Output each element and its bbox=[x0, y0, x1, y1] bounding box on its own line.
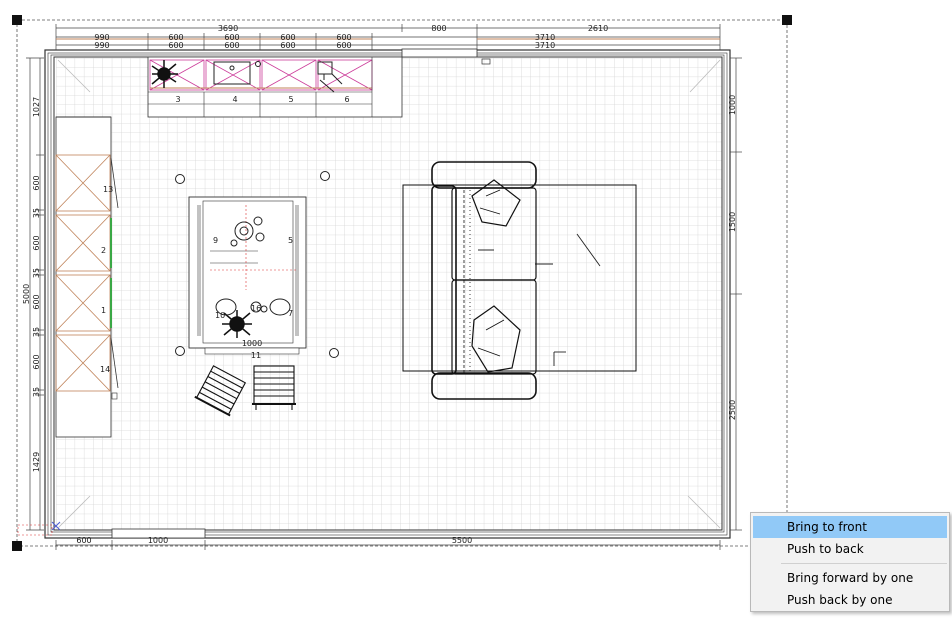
left-dim-1: 1027 bbox=[32, 97, 41, 117]
island-label-1000: 1000 bbox=[242, 339, 262, 348]
room-floor bbox=[56, 58, 722, 530]
resize-handle-top-left[interactable] bbox=[12, 15, 22, 25]
right-dimensions bbox=[730, 57, 742, 531]
counter-label-3: 3 bbox=[175, 95, 180, 104]
menu-item-bring-to-front[interactable]: Bring to front bbox=[753, 516, 947, 538]
left-dim-7: 35 bbox=[32, 327, 41, 337]
island-label-9: 9 bbox=[213, 236, 218, 245]
left-dim-total: 5000 bbox=[22, 284, 31, 304]
counter-label-6: 6 bbox=[344, 95, 349, 104]
left-cabinet-run[interactable]: 13 2 1 14 bbox=[55, 116, 119, 438]
island-label-5: 5 bbox=[288, 236, 293, 245]
left-dim-10: 1429 bbox=[32, 452, 41, 472]
bottom-dim-3: 5500 bbox=[452, 536, 472, 545]
island-plant-icon[interactable] bbox=[222, 310, 252, 338]
menu-item-bring-forward-by-one[interactable]: Bring forward by one bbox=[753, 567, 947, 589]
top-dim-r3-5: 600 bbox=[336, 41, 351, 50]
top-dim-r3-4: 600 bbox=[280, 41, 295, 50]
island-label-16: 16 bbox=[251, 304, 261, 313]
top-dim-total-1: 3690 bbox=[218, 24, 238, 33]
resize-handle-bottom-left[interactable] bbox=[12, 541, 22, 551]
side-label-1: 1 bbox=[101, 306, 106, 315]
context-menu: Bring to front Push to back Bring forwar… bbox=[750, 512, 950, 612]
counter-label-5: 5 bbox=[288, 95, 293, 104]
left-dim-5: 35 bbox=[32, 268, 41, 278]
top-dim-r3-1: 990 bbox=[94, 41, 109, 50]
right-dim-2: 1500 bbox=[728, 212, 737, 232]
side-label-14: 14 bbox=[100, 365, 110, 374]
island-label-7: 7 bbox=[288, 309, 293, 318]
left-dim-6: 600 bbox=[32, 294, 41, 309]
doorway-top[interactable] bbox=[401, 48, 478, 58]
menu-separator bbox=[781, 563, 947, 564]
left-dimension-labels: 1027 600 35 600 35 600 35 600 35 1429 50… bbox=[22, 97, 41, 472]
island-label-10: 10 bbox=[215, 311, 225, 320]
top-dim-r3-3: 600 bbox=[224, 41, 239, 50]
top-dim-total-2: 800 bbox=[431, 24, 446, 33]
menu-item-push-to-back[interactable]: Push to back bbox=[753, 538, 947, 560]
side-label-2: 2 bbox=[101, 246, 106, 255]
right-dim-1: 1000 bbox=[728, 95, 737, 115]
left-dim-4: 600 bbox=[32, 235, 41, 250]
side-label-13: 13 bbox=[103, 185, 113, 194]
right-dim-3: 2500 bbox=[728, 400, 737, 420]
left-dim-8: 600 bbox=[32, 354, 41, 369]
left-dim-9: 35 bbox=[32, 387, 41, 397]
bottom-dim-2: 1000 bbox=[148, 536, 168, 545]
top-dim-r3-6: 3710 bbox=[535, 41, 555, 50]
island-label-11: 11 bbox=[251, 351, 261, 360]
bottom-dim-1: 600 bbox=[76, 536, 91, 545]
kitchen-island[interactable]: 9 5 10 16 7 1000 11 bbox=[188, 196, 307, 360]
top-counter-run[interactable]: 3 4 5 6 bbox=[147, 56, 403, 118]
top-dim-total-3: 2610 bbox=[588, 24, 608, 33]
menu-item-push-back-by-one[interactable]: Push back by one bbox=[753, 589, 947, 611]
left-dim-2: 600 bbox=[32, 175, 41, 190]
top-dimensions bbox=[55, 24, 721, 50]
top-dim-r3-2: 600 bbox=[168, 41, 183, 50]
resize-handle-top-right[interactable] bbox=[782, 15, 792, 25]
counter-label-4: 4 bbox=[232, 95, 237, 104]
left-dim-3: 35 bbox=[32, 208, 41, 218]
